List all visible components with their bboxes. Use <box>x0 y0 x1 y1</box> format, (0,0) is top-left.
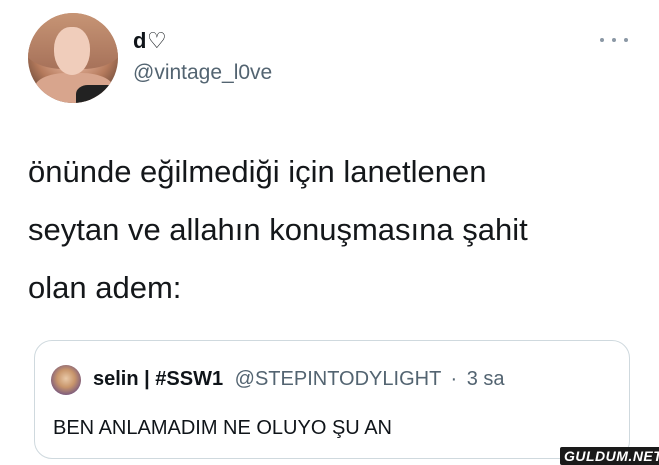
tweet-text-line: seytan ve allahın konuşmasına şahit <box>28 212 528 247</box>
author-avatar[interactable] <box>28 13 118 103</box>
quoted-author-name[interactable]: selin | #SSW1 <box>93 368 223 390</box>
quoted-tweet[interactable]: selin | #SSW1 @STEPINTODYLIGHT · 3 sa BE… <box>34 340 630 459</box>
quoted-author-handle[interactable]: @STEPINTODYLIGHT <box>235 368 441 390</box>
avatar-face <box>54 27 90 75</box>
tweet-text-line: olan adem: <box>28 270 182 305</box>
dot <box>612 38 616 42</box>
dot <box>624 38 628 42</box>
quoted-author-avatar[interactable] <box>51 365 81 395</box>
avatar-clothing <box>76 85 116 103</box>
quoted-tweet-header: selin | #SSW1 @STEPINTODYLIGHT · 3 sa <box>93 368 505 391</box>
tweet-text-line: önünde eğilmediği için lanetlenen <box>28 154 487 189</box>
quoted-tweet-time[interactable]: 3 sa <box>467 368 505 390</box>
watermark-logo: GULDUM.NET <box>560 447 659 465</box>
quoted-tweet-text: BEN ANLAMADIM NE OLUYO ŞU AN <box>53 417 392 439</box>
more-options-icon[interactable] <box>600 33 628 47</box>
author-username[interactable]: @vintage_l0ve <box>133 61 272 85</box>
tweet-text: önünde eğilmediği için lanetlenen seytan… <box>28 143 628 317</box>
quoted-header-separator: · <box>450 368 458 390</box>
tweet-card: d♡ @vintage_l0ve önünde eğilmediği için … <box>0 0 659 465</box>
dot <box>600 38 604 42</box>
author-display-name[interactable]: d♡ <box>133 28 167 54</box>
